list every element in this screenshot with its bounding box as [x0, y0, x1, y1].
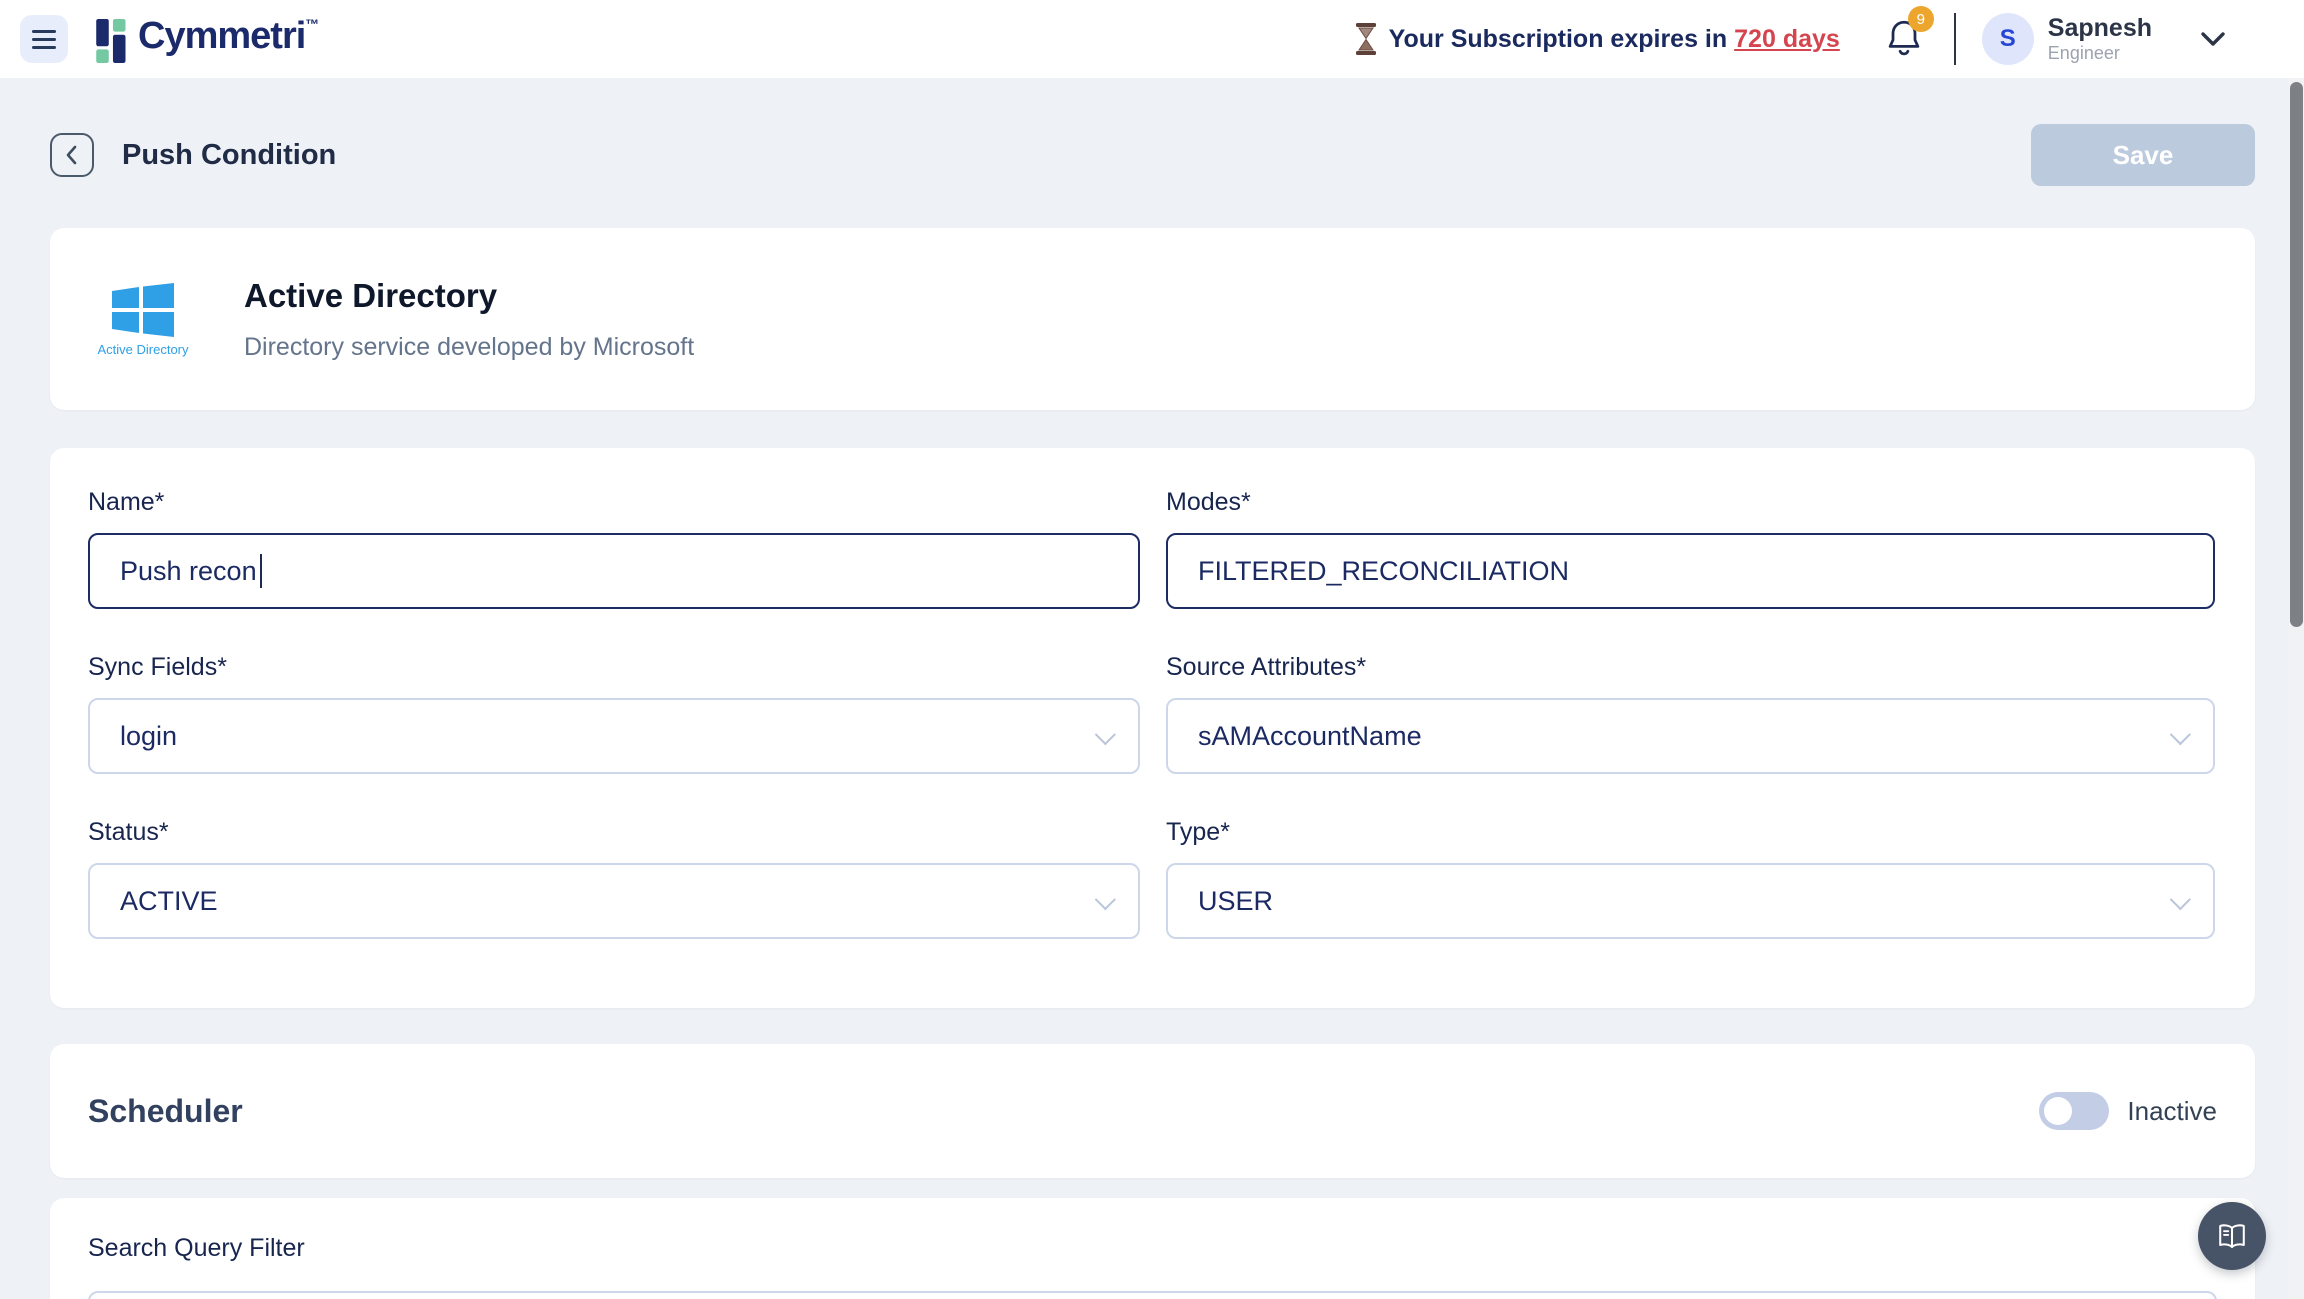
brand-trademark: ™ — [305, 16, 319, 32]
modes-input[interactable]: FILTERED_RECONCILIATION — [1166, 533, 2215, 609]
page-title: Push Condition — [122, 139, 336, 172]
push-condition-form-card: Name* Push recon Modes* FILTERED_RECONCI… — [50, 448, 2255, 1008]
user-info: Sapnesh Engineer — [2048, 14, 2152, 63]
name-field: Name* Push recon — [88, 488, 1140, 609]
save-button[interactable]: Save — [2031, 124, 2255, 186]
sync-fields-value: login — [120, 721, 177, 752]
subscription-banner: Your Subscription expires in 720 days — [1353, 23, 1840, 55]
connector-card: Active Directory Active Directory Direct… — [50, 228, 2255, 410]
search-query-filter-input[interactable] — [88, 1291, 2217, 1299]
connector-icon-caption: Active Directory — [97, 342, 188, 357]
push-condition-page: Cymmetri ™ Your Subscription expires in … — [0, 0, 2304, 1299]
connector-name: Active Directory — [244, 277, 694, 315]
name-value: Push recon — [120, 556, 257, 587]
page-header: Push Condition Save — [50, 120, 2255, 190]
connector-text: Active Directory Directory service devel… — [244, 277, 694, 362]
cymmetri-logo-mark — [96, 18, 132, 64]
user-name: Sapnesh — [2048, 14, 2152, 43]
sync-fields-label: Sync Fields* — [88, 653, 1140, 682]
modes-value: FILTERED_RECONCILIATION — [1198, 556, 1569, 587]
scheduler-toggle[interactable] — [2039, 1092, 2109, 1130]
modes-field: Modes* FILTERED_RECONCILIATION — [1166, 488, 2215, 609]
status-select[interactable]: ACTIVE — [88, 863, 1140, 939]
notification-badge: 9 — [1908, 6, 1934, 32]
user-role: Engineer — [2048, 43, 2152, 64]
subscription-text: Your Subscription expires in — [1389, 25, 1728, 54]
chevron-down-icon — [2170, 724, 2191, 745]
menu-icon[interactable] — [20, 15, 68, 63]
source-attributes-value: sAMAccountName — [1198, 721, 1422, 752]
scrollbar-thumb[interactable] — [2290, 82, 2303, 627]
back-button[interactable] — [50, 133, 94, 177]
user-avatar[interactable]: S — [1982, 13, 2034, 65]
connector-description: Directory service developed by Microsoft — [244, 333, 694, 362]
scheduler-toggle-state: Inactive — [2127, 1096, 2217, 1127]
scheduler-title: Scheduler — [88, 1093, 243, 1130]
name-label: Name* — [88, 488, 1140, 517]
status-field: Status* ACTIVE — [88, 818, 1140, 939]
brand-name: Cymmetri — [138, 14, 305, 58]
text-cursor — [260, 554, 262, 588]
type-label: Type* — [1166, 818, 2215, 847]
sync-fields-select[interactable]: login — [88, 698, 1140, 774]
docs-fab-button[interactable] — [2198, 1202, 2266, 1270]
type-select[interactable]: USER — [1166, 863, 2215, 939]
top-bar-divider — [1954, 13, 1956, 65]
chevron-left-icon — [63, 144, 81, 166]
toggle-knob — [2044, 1097, 2072, 1125]
status-label: Status* — [88, 818, 1140, 847]
status-value: ACTIVE — [120, 886, 218, 917]
type-value: USER — [1198, 886, 1273, 917]
open-book-icon — [2215, 1221, 2249, 1251]
type-field: Type* USER — [1166, 818, 2215, 939]
user-menu-chevron-icon[interactable] — [2196, 28, 2230, 50]
top-bar: Cymmetri ™ Your Subscription expires in … — [0, 0, 2304, 78]
scheduler-card: Scheduler Inactive — [50, 1044, 2255, 1178]
notifications-button[interactable]: 9 — [1884, 18, 1924, 60]
top-bar-right: Your Subscription expires in 720 days 9 … — [1353, 13, 2230, 65]
active-directory-icon: Active Directory — [88, 282, 198, 357]
source-attributes-field: Source Attributes* sAMAccountName — [1166, 653, 2215, 774]
chevron-down-icon — [1095, 724, 1116, 745]
source-attributes-label: Source Attributes* — [1166, 653, 2215, 682]
search-query-filter-label: Search Query Filter — [88, 1234, 2217, 1263]
modes-label: Modes* — [1166, 488, 2215, 517]
sync-fields-field: Sync Fields* login — [88, 653, 1140, 774]
chevron-down-icon — [1095, 889, 1116, 910]
search-query-filter-card: Search Query Filter — [50, 1198, 2255, 1299]
chevron-down-icon — [2170, 889, 2191, 910]
name-input[interactable]: Push recon — [88, 533, 1140, 609]
subscription-days-link[interactable]: 720 days — [1734, 25, 1840, 54]
source-attributes-select[interactable]: sAMAccountName — [1166, 698, 2215, 774]
cymmetri-logo[interactable]: Cymmetri ™ — [96, 14, 319, 64]
hourglass-icon — [1353, 23, 1379, 55]
